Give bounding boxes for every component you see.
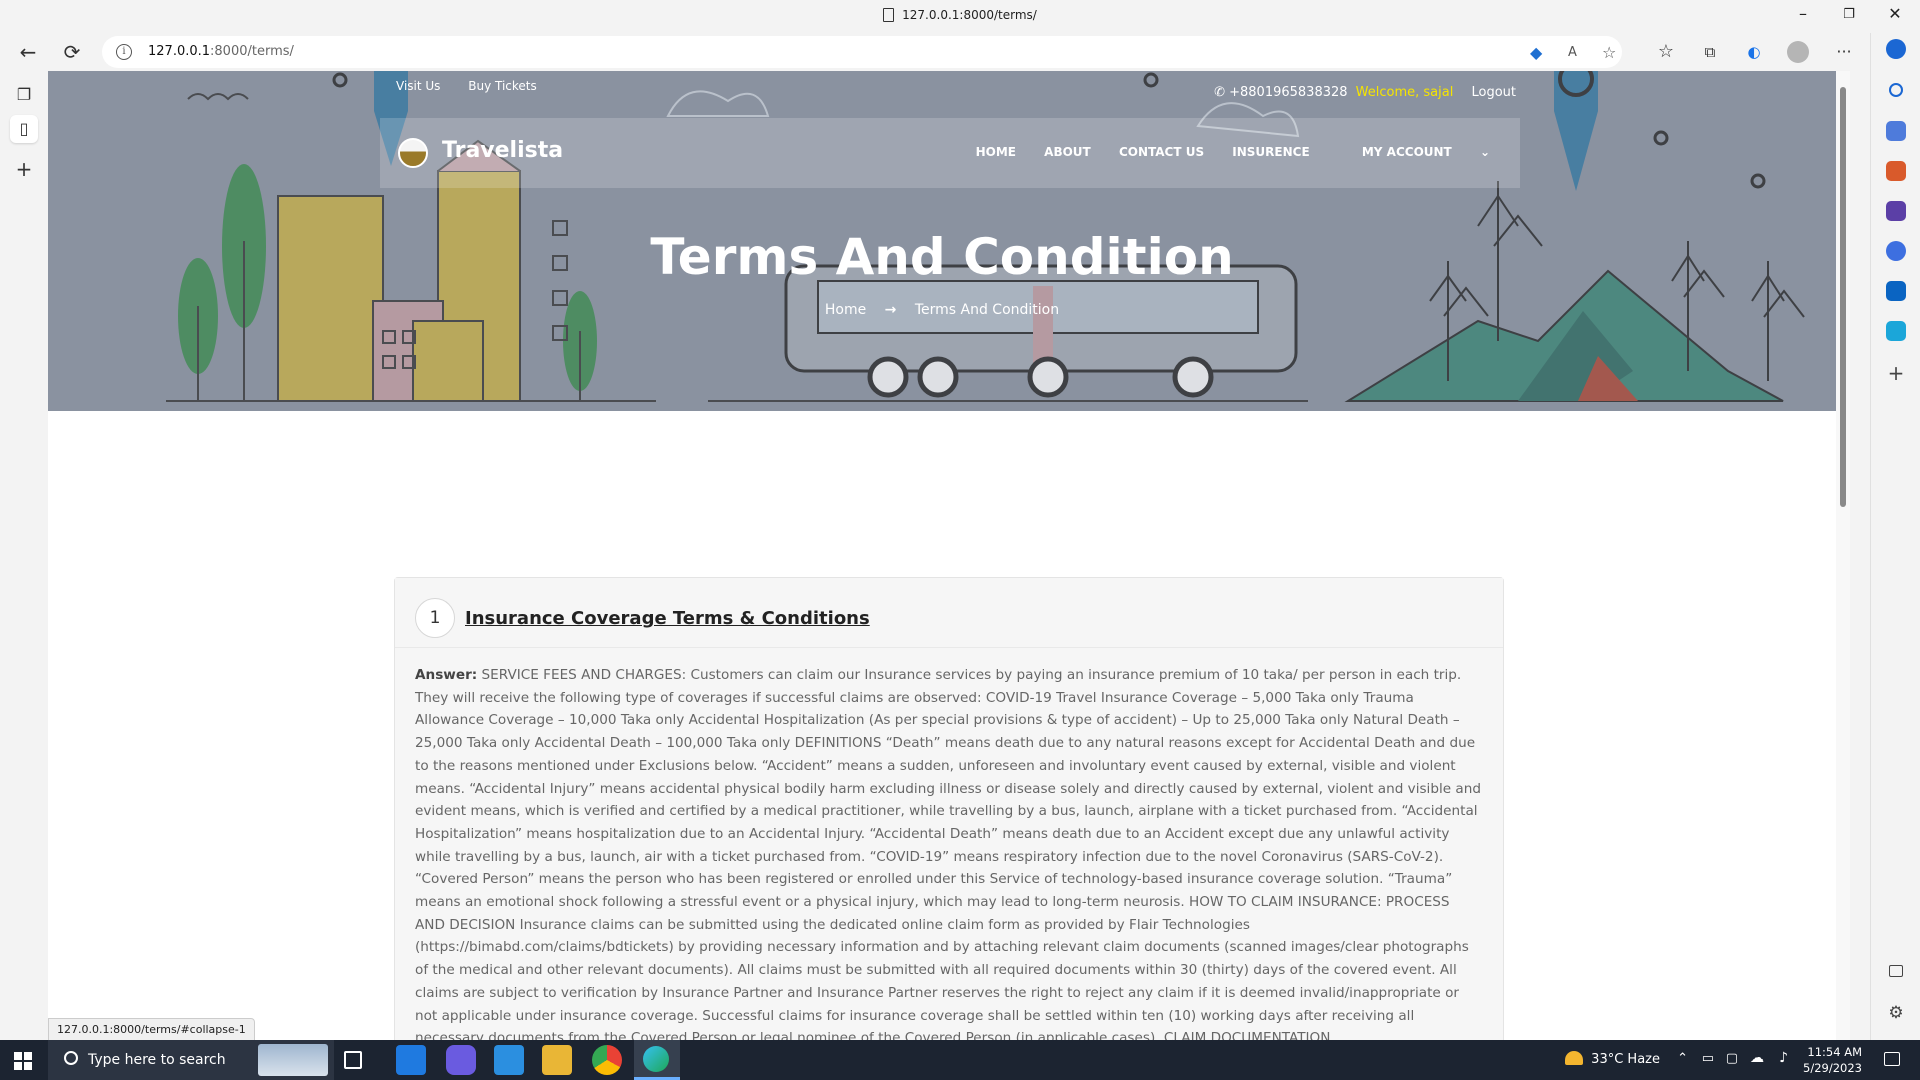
- outlook-icon[interactable]: [1886, 281, 1906, 301]
- breadcrumb: Home → Terms And Condition: [48, 302, 1836, 318]
- chrome-icon[interactable]: [592, 1045, 622, 1075]
- page-title: Terms And Condition: [650, 228, 1234, 286]
- tools-icon[interactable]: [1886, 161, 1906, 181]
- nav-about[interactable]: ABOUT: [1044, 145, 1091, 159]
- tab-actions-icon[interactable]: ❐: [10, 81, 38, 109]
- bing-chat-icon[interactable]: [1886, 39, 1906, 59]
- windows-start-icon[interactable]: [14, 1052, 32, 1070]
- top-contact: ✆ +8801965838328 Welcome, sajal Logout: [1214, 85, 1516, 100]
- page-scrollbar[interactable]: [1836, 71, 1850, 1041]
- phone-number: +8801965838328: [1229, 85, 1348, 100]
- search-icon: [64, 1051, 78, 1065]
- nav-contact-us[interactable]: CONTACT US: [1119, 145, 1204, 159]
- back-button[interactable]: ←: [14, 38, 42, 66]
- weather-widget[interactable]: 33°C Haze: [1565, 1051, 1660, 1067]
- document-icon: [883, 8, 895, 22]
- notification-icon[interactable]: [1884, 1052, 1900, 1066]
- breadcrumb-home[interactable]: Home: [825, 302, 866, 318]
- games-icon[interactable]: [1886, 201, 1906, 221]
- address-bar[interactable]: i 127.0.0.1:8000/terms/ ◆ A ☆: [102, 36, 1622, 68]
- sidebar-settings-gear-icon[interactable]: ⚙: [1886, 1003, 1906, 1023]
- answer-text: SERVICE FEES AND CHARGES: Customers can …: [415, 667, 1481, 1041]
- item-number-badge: 1: [415, 598, 455, 638]
- onedrive-cloud-icon[interactable]: ☁: [1750, 1050, 1764, 1066]
- close-window-button[interactable]: ✕: [1872, 4, 1918, 23]
- edge-taskbar-active[interactable]: [634, 1040, 680, 1080]
- vscode-icon[interactable]: [494, 1045, 524, 1075]
- microsoft-365-icon[interactable]: [1886, 241, 1906, 261]
- volume-icon[interactable]: ♪: [1779, 1050, 1788, 1066]
- vertical-tabs-rail: ❐ ▯ +: [0, 71, 48, 1041]
- visual-studio-icon[interactable]: [446, 1045, 476, 1075]
- taskbar-search-placeholder: Type here to search: [88, 1052, 226, 1068]
- breadcrumb-current: Terms And Condition: [914, 302, 1060, 318]
- brand-name[interactable]: Travelista: [442, 138, 563, 163]
- sidebar-rail: + ⚙: [1870, 33, 1920, 1041]
- browser-toolbar: ← ⟳ i 127.0.0.1:8000/terms/ ◆ A ☆ ☆ ⧉ ◐ …: [0, 33, 1920, 71]
- nav-menu: HOME ABOUT CONTACT US INSURENCE MY ACCOU…: [952, 145, 1490, 159]
- meet-icon[interactable]: ▢: [1726, 1051, 1738, 1066]
- task-view-icon[interactable]: [344, 1051, 362, 1069]
- weather-sun-icon: [1565, 1051, 1584, 1065]
- favorites-icon[interactable]: ☆: [1652, 38, 1680, 66]
- windows-taskbar: Type here to search 33°C Haze ⌃ ▭ ▢ ☁ ♪ …: [0, 1040, 1920, 1080]
- top-links: Visit Us Buy Tickets: [396, 79, 561, 93]
- drop-icon[interactable]: [1886, 321, 1906, 341]
- page-viewport: Visit Us Buy Tickets ✆ +8801965838328 We…: [48, 71, 1850, 1041]
- add-sidebar-app-icon[interactable]: +: [1886, 363, 1906, 383]
- add-favorite-icon[interactable]: ☆: [1602, 43, 1616, 62]
- accordion-toggle-link[interactable]: Insurance Coverage Terms & Conditions: [465, 608, 870, 629]
- clock-date: 5/29/2023: [1803, 1061, 1862, 1075]
- mail-app-icon[interactable]: [396, 1045, 426, 1075]
- hide-sidebar-icon[interactable]: [1889, 965, 1903, 977]
- buy-tickets-link[interactable]: Buy Tickets: [468, 79, 537, 93]
- taskbar-clock[interactable]: 11:54 AM 5/29/2023: [1803, 1044, 1862, 1076]
- accordion-header[interactable]: 1 Insurance Coverage Terms & Conditions: [395, 578, 1503, 648]
- file-explorer-icon[interactable]: [542, 1045, 572, 1075]
- clock-time: 11:54 AM: [1807, 1045, 1862, 1059]
- hero-banner: Visit Us Buy Tickets ✆ +8801965838328 We…: [48, 71, 1836, 411]
- edge-icon: [643, 1046, 669, 1072]
- link-status-bar: 127.0.0.1:8000/terms/#collapse-1: [48, 1018, 255, 1041]
- site-info-icon[interactable]: i: [116, 44, 132, 60]
- welcome-text: Welcome, sajal: [1355, 85, 1454, 100]
- tab-current-page[interactable]: ▯: [10, 115, 38, 143]
- search-icon[interactable]: [1889, 83, 1903, 97]
- chevron-up-icon[interactable]: ⌃: [1677, 1051, 1688, 1066]
- answer-label: Answer:: [415, 667, 478, 683]
- restore-button[interactable]: ❐: [1826, 7, 1872, 22]
- window-titlebar: 127.0.0.1:8000/terms/ – ❐ ✕: [0, 0, 1920, 33]
- nav-insurence[interactable]: INSURENCE: [1232, 145, 1309, 159]
- minimize-button[interactable]: –: [1780, 4, 1826, 23]
- accordion-item: 1 Insurance Coverage Terms & Conditions …: [394, 577, 1504, 1041]
- network-icon[interactable]: ▭: [1702, 1051, 1714, 1066]
- taskbar-search-box[interactable]: Type here to search: [48, 1040, 334, 1080]
- search-highlight-image: [258, 1044, 328, 1076]
- nav-my-account[interactable]: MY ACCOUNT ⌄: [1338, 145, 1490, 159]
- shopping-icon[interactable]: [1886, 121, 1906, 141]
- chevron-down-icon: ⌄: [1479, 145, 1490, 159]
- nav-home[interactable]: HOME: [976, 145, 1016, 159]
- reload-button[interactable]: ⟳: [58, 38, 86, 66]
- new-tab-button[interactable]: +: [10, 155, 38, 183]
- phone-icon: ✆: [1214, 85, 1225, 100]
- address-text[interactable]: 127.0.0.1:8000/terms/: [148, 44, 294, 59]
- shopping-tag-icon[interactable]: ◆: [1530, 43, 1542, 62]
- browser-essentials-icon[interactable]: ◐: [1740, 38, 1768, 66]
- settings-menu-button[interactable]: ···: [1830, 38, 1858, 66]
- scrollbar-thumb[interactable]: [1840, 87, 1846, 507]
- profile-avatar[interactable]: [1784, 38, 1812, 66]
- arrow-right-icon: →: [884, 302, 897, 318]
- collections-icon[interactable]: ⧉: [1696, 38, 1724, 66]
- visit-us-link[interactable]: Visit Us: [396, 79, 440, 93]
- accordion-body: Answer: SERVICE FEES AND CHARGES: Custom…: [395, 648, 1503, 1041]
- main-navbar: Travelista HOME ABOUT CONTACT US INSUREN…: [380, 118, 1520, 188]
- window-title: 127.0.0.1:8000/terms/: [0, 8, 1920, 22]
- logout-link[interactable]: Logout: [1471, 85, 1516, 100]
- brand-logo-icon[interactable]: [398, 138, 428, 168]
- read-aloud-icon[interactable]: A: [1568, 45, 1577, 60]
